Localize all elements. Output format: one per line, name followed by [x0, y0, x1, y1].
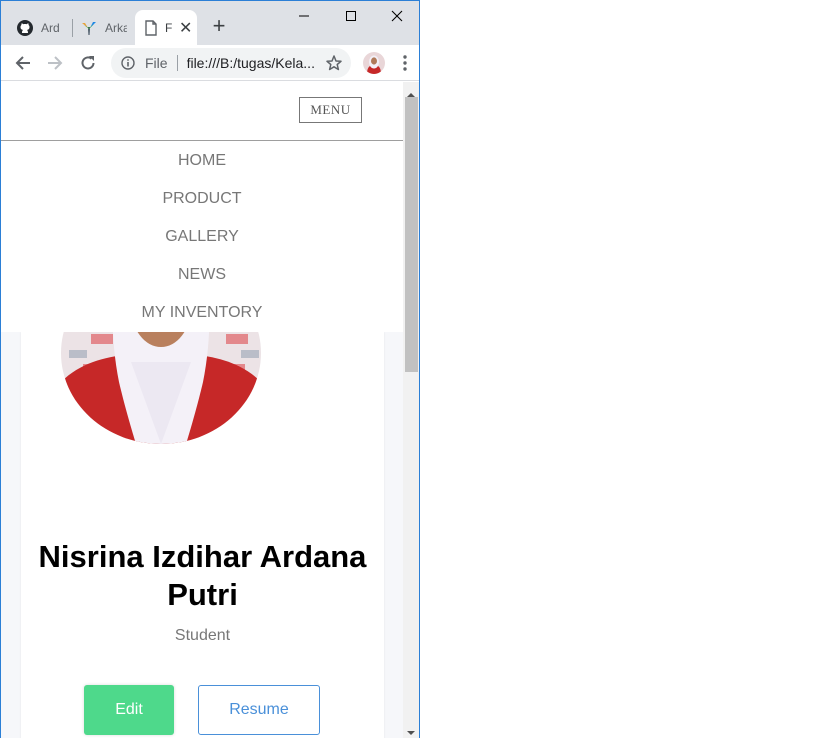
- address-bar[interactable]: File file:///B:/tugas/Kela...: [111, 48, 351, 78]
- nav-item-news[interactable]: NEWS: [1, 256, 403, 294]
- page-viewport: Nisrina Izdihar Ardana Putri Student Edi…: [1, 82, 403, 738]
- nav-item-home[interactable]: HOME: [1, 142, 403, 180]
- site-nav: HOME PRODUCT GALLERY NEWS MY INVENTORY: [1, 142, 403, 332]
- tab-title: F: [165, 20, 173, 35]
- new-tab-button[interactable]: +: [209, 14, 229, 38]
- tab-title: Ard: [41, 20, 60, 35]
- tab-active-file[interactable]: F ✕: [135, 10, 197, 45]
- browser-window: Ard Arka F ✕ +: [0, 0, 420, 738]
- more-menu-icon[interactable]: [397, 53, 413, 73]
- url-scheme-label: File: [145, 55, 168, 71]
- vertical-scrollbar[interactable]: [403, 82, 419, 738]
- site-header: MENU: [1, 82, 403, 141]
- nav-item-gallery[interactable]: GALLERY: [1, 218, 403, 256]
- profile-name: Nisrina Izdihar Ardana Putri: [38, 539, 367, 612]
- nav-item-product[interactable]: PRODUCT: [1, 180, 403, 218]
- tab-bar: Ard Arka F ✕ +: [1, 1, 419, 45]
- scrollbar-thumb[interactable]: [405, 97, 418, 372]
- tab-arka[interactable]: Arka: [71, 10, 133, 45]
- reload-icon[interactable]: [76, 51, 100, 75]
- tab-github[interactable]: Ard: [1, 10, 73, 45]
- nav-item-my-inventory[interactable]: MY INVENTORY: [1, 294, 403, 332]
- scroll-down-icon[interactable]: [407, 724, 415, 735]
- github-icon: [17, 19, 33, 36]
- maximize-icon[interactable]: [328, 1, 374, 31]
- minimize-icon[interactable]: [281, 1, 327, 31]
- file-icon: [143, 19, 159, 36]
- resume-button[interactable]: Resume: [198, 685, 320, 735]
- forward-icon[interactable]: [43, 51, 67, 75]
- browser-toolbar: File file:///B:/tugas/Kela...: [1, 45, 419, 81]
- star-icon[interactable]: [325, 54, 343, 72]
- edit-button[interactable]: Edit: [84, 685, 174, 735]
- tab-title: Arka: [105, 20, 127, 35]
- menu-button[interactable]: MENU: [299, 97, 362, 123]
- bird-icon: [81, 20, 97, 36]
- divider: [176, 55, 178, 71]
- close-icon[interactable]: [374, 1, 419, 31]
- info-icon[interactable]: [121, 56, 135, 70]
- profile-avatar[interactable]: [363, 52, 385, 74]
- profile-card: Nisrina Izdihar Ardana Putri Student Edi…: [21, 262, 384, 738]
- close-tab-icon[interactable]: ✕: [179, 18, 192, 38]
- url-text[interactable]: file:///B:/tugas/Kela...: [187, 55, 322, 71]
- back-icon[interactable]: [11, 51, 35, 75]
- profile-role: Student: [174, 627, 231, 644]
- scroll-up-icon[interactable]: [407, 86, 415, 97]
